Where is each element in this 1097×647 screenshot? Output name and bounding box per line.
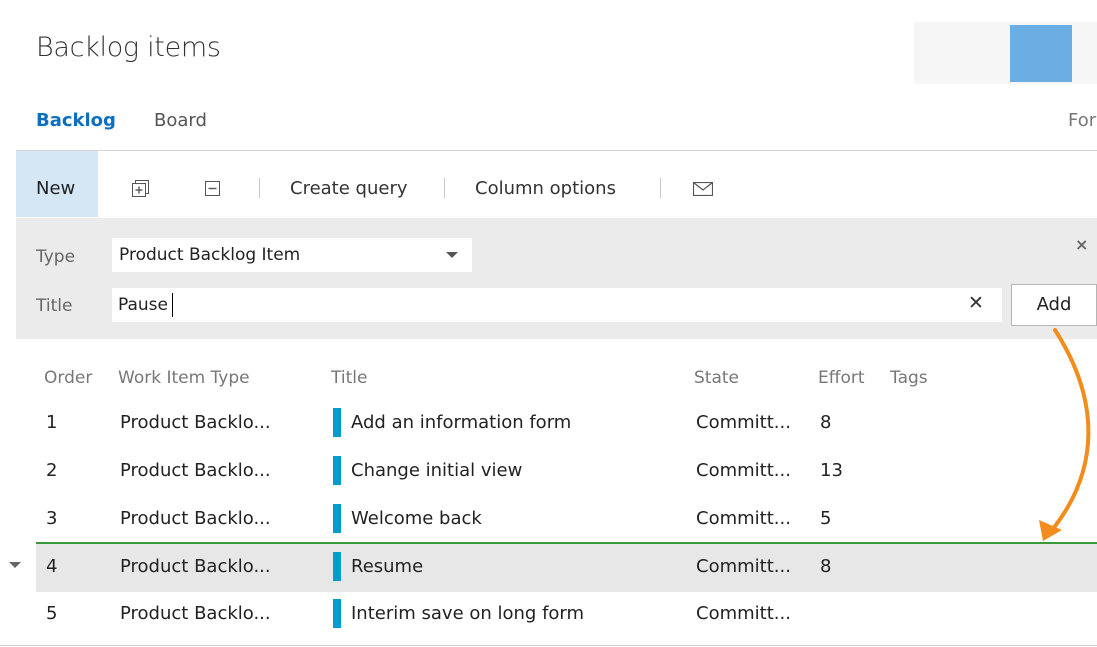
row-state: Committ... <box>696 460 791 481</box>
work-item-color-bar <box>333 599 341 628</box>
row-type: Product Backlo... <box>120 412 271 433</box>
toolbar-separator <box>660 178 661 198</box>
toolbar-separator <box>259 178 260 198</box>
row-type: Product Backlo... <box>120 460 271 481</box>
type-label: Type <box>36 247 76 267</box>
row-type: Product Backlo... <box>120 603 271 624</box>
column-header-order[interactable]: Order <box>44 368 92 388</box>
text-caret <box>172 293 173 317</box>
tab-board[interactable]: Board <box>154 110 207 131</box>
tab-forecast[interactable]: For <box>1068 110 1096 131</box>
header-tile <box>1010 25 1072 82</box>
work-item-color-bar <box>333 456 341 485</box>
work-item-color-bar <box>333 408 341 437</box>
new-button-label: New <box>36 178 76 199</box>
row-state: Committ... <box>696 556 791 577</box>
row-type: Product Backlo... <box>120 556 271 577</box>
column-header-effort[interactable]: Effort <box>818 368 865 388</box>
work-item-color-bar <box>333 504 341 533</box>
row-title[interactable]: Resume <box>351 556 423 577</box>
bottom-divider <box>0 645 1097 646</box>
column-options-button[interactable]: Column options <box>475 178 616 199</box>
create-query-button[interactable]: Create query <box>290 178 408 199</box>
chevron-down-icon[interactable] <box>446 252 458 258</box>
row-effort: 8 <box>820 556 832 577</box>
row-state: Committ... <box>696 508 791 529</box>
envelope-icon[interactable] <box>693 182 713 196</box>
column-header-title[interactable]: Title <box>331 368 367 388</box>
row-order: 3 <box>46 508 58 529</box>
close-icon[interactable]: × <box>1075 235 1088 254</box>
type-select-value: Product Backlog Item <box>119 245 301 265</box>
title-input[interactable] <box>112 288 1002 322</box>
column-header-state[interactable]: State <box>694 368 739 388</box>
row-order: 5 <box>46 603 58 624</box>
row-type: Product Backlo... <box>120 508 271 529</box>
row-effort: 5 <box>820 508 832 529</box>
row-title[interactable]: Interim save on long form <box>351 603 584 624</box>
row-title[interactable]: Change initial view <box>351 460 522 481</box>
row-title[interactable]: Add an information form <box>351 412 571 433</box>
collapse-all-icon[interactable] <box>205 181 220 196</box>
row-order: 4 <box>46 556 58 577</box>
row-order: 2 <box>46 460 58 481</box>
row-state: Committ... <box>696 603 791 624</box>
page-title: Backlog items <box>36 32 221 63</box>
add-button[interactable]: Add <box>1011 284 1097 326</box>
expand-all-icon[interactable] <box>132 180 149 197</box>
tab-backlog[interactable]: Backlog <box>36 110 116 131</box>
work-item-color-bar <box>333 552 341 581</box>
row-effort: 8 <box>820 412 832 433</box>
row-context-menu-icon[interactable] <box>9 562 21 568</box>
column-header-work-item-type[interactable]: Work Item Type <box>118 368 250 388</box>
clear-icon[interactable]: ✕ <box>968 292 984 314</box>
row-effort: 13 <box>820 460 843 481</box>
row-title[interactable]: Welcome back <box>351 508 482 529</box>
column-header-tags[interactable]: Tags <box>890 368 928 388</box>
row-order: 1 <box>46 412 58 433</box>
title-label: Title <box>36 296 73 316</box>
row-state: Committ... <box>696 412 791 433</box>
toolbar-separator <box>444 178 445 198</box>
